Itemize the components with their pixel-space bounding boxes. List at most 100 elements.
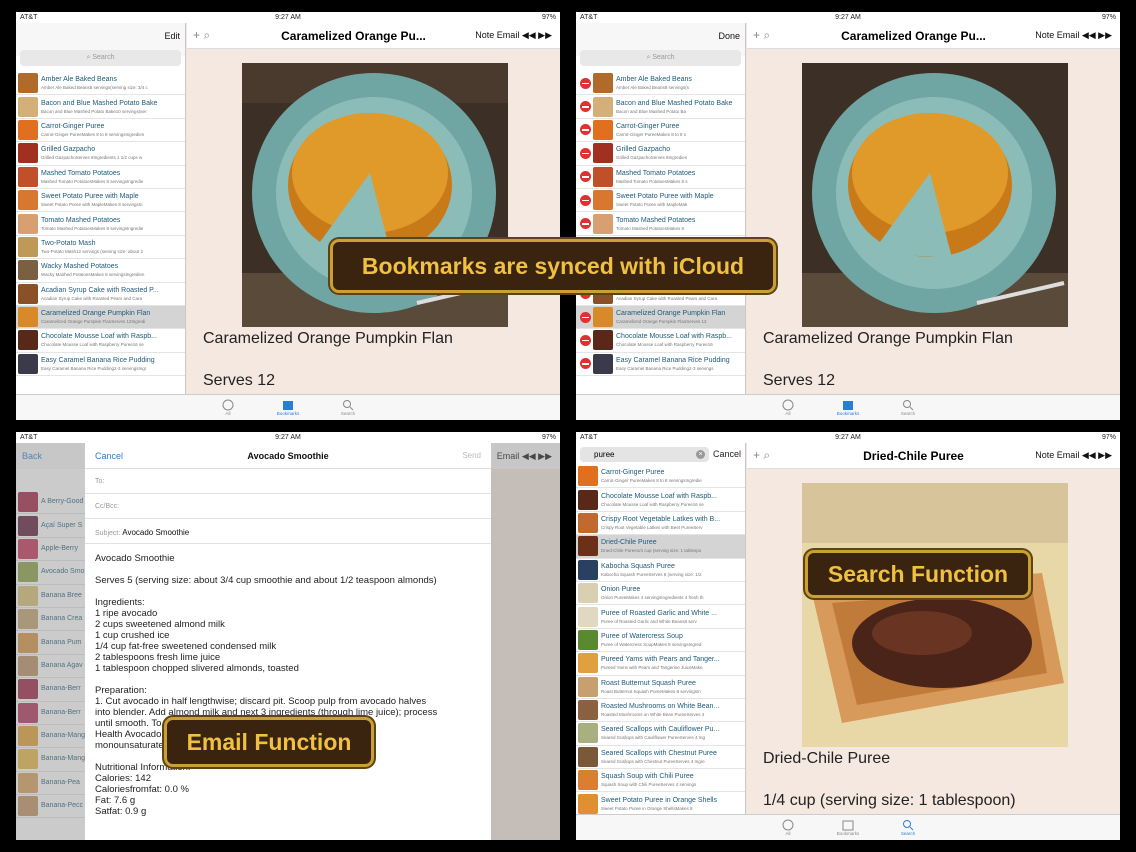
list-item[interactable]: Mashed Tomato Potatoes Mashed Tomato Pota… — [16, 166, 185, 189]
tab-bookmarks[interactable]: Bookmarks — [274, 395, 302, 420]
search-cancel-button[interactable]: Cancel — [713, 449, 741, 459]
list-item[interactable]: Wacky Mashed PotatoesWacky Mashed Potato… — [16, 259, 185, 283]
list-item[interactable]: Sweet Potato Puree with Maple Sweet Potat… — [16, 189, 185, 213]
detail-actions[interactable]: Note Email ◀◀ ▶▶ — [1035, 450, 1112, 461]
delete-icon[interactable] — [580, 311, 591, 323]
tab-all[interactable]: All — [774, 395, 802, 420]
done-button[interactable]: Done — [718, 31, 740, 41]
icloud-callout: Bookmarks are synced with iCloud — [330, 239, 776, 293]
item-title: Caramelized Orange Pumpkin Flan — [41, 310, 151, 318]
list-item[interactable]: Amber Ale Baked Beans Amber Ale Baked Bea… — [576, 72, 745, 96]
delete-icon[interactable] — [580, 334, 591, 346]
list-item[interactable]: Roast Butternut Squash Puree Roast Butter… — [576, 676, 745, 699]
item-title: Squash Soup with Chili Puree — [601, 773, 694, 781]
clear-icon[interactable]: × — [695, 449, 705, 459]
recipe-list: Amber Ale Baked Beans Amber Ale Baked Bea… — [576, 72, 745, 377]
tab-all[interactable]: All — [214, 395, 242, 420]
item-title: Bacon and Blue Mashed Potato Bake — [616, 99, 733, 107]
cc-field[interactable]: Cc/Bcc: — [85, 494, 491, 519]
list-item[interactable]: Bacon and Blue Mashed Potato Bake Bacon a… — [16, 95, 185, 119]
list-item[interactable]: Acadian Syrup Cake with Roasted P... Acad… — [16, 283, 185, 306]
list-item[interactable]: Squash Soup with Chili Puree Squash Soup … — [576, 769, 745, 793]
recipe-thumbnail — [578, 489, 598, 510]
item-subtitle: Amber Ale Baked Beans8 servings(s — [616, 85, 690, 91]
to-field[interactable]: To: — [85, 469, 491, 494]
recipe-thumbnail — [18, 330, 38, 351]
list-item[interactable]: Puree of Watercress Soup Puree of Watercr… — [576, 629, 745, 653]
mail-body[interactable]: Avocado Smoothie Serves 5 (serving size:… — [85, 544, 491, 826]
item-text: Easy Caramel Banana Rice Pudding Easy Car… — [41, 356, 185, 372]
list-item[interactable]: Sweet Potato Puree with Maple Sweet Potat… — [576, 189, 745, 213]
tab-bookmarks[interactable]: Bookmarks — [834, 815, 862, 840]
tab-label: Search — [900, 831, 916, 836]
list-item[interactable]: Chocolate Mousse Loaf with Raspb... Choco… — [576, 329, 745, 353]
search-icon — [343, 400, 354, 411]
item-subtitle: Mashed Tomato PotatoesMakes 8 s — [616, 178, 688, 184]
list-item[interactable]: Carrot-Ginger Puree Carrot-Ginger PureeMa… — [576, 119, 745, 143]
list-item[interactable]: Seared Scallops with Chestnut Puree Seare… — [576, 746, 745, 770]
delete-icon[interactable] — [580, 147, 591, 159]
delete-icon[interactable] — [580, 358, 591, 370]
list-item[interactable]: Chocolate Mousse Loaf with Raspb... Choco… — [16, 329, 185, 353]
recipe-thumbnail — [593, 119, 613, 140]
delete-icon[interactable] — [580, 77, 591, 89]
tab-all[interactable]: All — [774, 815, 802, 840]
list-item[interactable]: Easy Caramel Banana Rice Pudding Easy Car… — [576, 353, 745, 377]
list-item[interactable]: Seared Scallops with Cauliflower Pu... Se… — [576, 722, 745, 746]
item-text: Easy Caramel Banana Rice Pudding Easy Car… — [616, 356, 745, 372]
list-item[interactable]: Dried-Chile Puree Dried-Chile Puree1/4 cu… — [576, 535, 745, 559]
delete-icon[interactable] — [580, 101, 591, 113]
list-item[interactable]: Amber Ale Baked Beans Amber Ale Baked Bea… — [16, 72, 185, 96]
list-item[interactable]: Grilled Gazpacho Grilled GazpachoServes 8… — [16, 142, 185, 166]
tab-label: Search — [900, 411, 916, 416]
recipe-sidebar: puree × Cancel Carrot-Ginger Puree Carrot… — [576, 443, 746, 814]
list-item[interactable]: Onion Puree Onion PureeMakes 4 servingsIn… — [576, 582, 745, 606]
detail-actions[interactable]: Note Email ◀◀ ▶▶ — [1035, 30, 1112, 41]
recipe-thumbnail — [18, 353, 38, 374]
delete-icon[interactable] — [580, 194, 591, 206]
list-item[interactable]: Pureed Yams with Pears and Tanger... Pure… — [576, 652, 745, 676]
search-field[interactable]: ⌕ Search — [20, 50, 181, 66]
tab-search[interactable]: Search — [894, 815, 922, 840]
list-item[interactable]: Caramelized Orange Pumpkin Flan Carameliz… — [576, 305, 745, 330]
search-field[interactable]: ⌕ Search — [580, 50, 741, 66]
item-subtitle: Sweet Potato Puree in Orange ShellsMakes… — [601, 805, 693, 811]
edit-button[interactable]: Edit — [164, 31, 180, 41]
list-item[interactable]: Tomato Mashed Potatoes Tomato Mashed Pota… — [576, 212, 745, 236]
recipe-thumbnail — [18, 236, 38, 257]
detail-actions[interactable]: Note Email ◀◀ ▶▶ — [475, 30, 552, 41]
item-text: Grilled Gazpacho Grilled GazpachoServes 8… — [616, 145, 745, 161]
list-item[interactable]: Carrot-Ginger Puree Carrot-Ginger PureeMa… — [16, 119, 185, 143]
list-item[interactable]: Grilled Gazpacho Grilled GazpachoServes 8… — [576, 142, 745, 166]
tab-bookmarks[interactable]: Bookmarks — [834, 395, 862, 420]
recipe-thumbnail — [593, 143, 613, 164]
item-text: Amber Ale Baked Beans Amber Ale Baked Bea… — [41, 75, 185, 91]
list-item[interactable]: Crispy Root Vegetable Latkes with B... Cr… — [576, 512, 745, 536]
recipe-thumbnail — [593, 73, 613, 94]
list-item[interactable]: Caramelized Orange Pumpkin Flan Carameliz… — [16, 305, 185, 330]
list-item[interactable]: Sweet Potato Puree in Orange Shells Sweet… — [576, 792, 745, 814]
list-item[interactable]: Roasted Mushrooms on White Bean... Roaste… — [576, 699, 745, 723]
tab-search[interactable]: Search — [334, 395, 362, 420]
search-input[interactable]: puree × — [580, 446, 709, 462]
list-item[interactable]: Kabocha Squash Puree Kabocha Squash Puree… — [576, 559, 745, 582]
list-item[interactable]: Puree of Roasted Garlic and White ... Pur… — [576, 605, 745, 629]
list-item[interactable]: Carrot-Ginger Puree Carrot-Ginger PureeMa… — [576, 465, 745, 489]
delete-icon[interactable] — [580, 218, 591, 230]
delete-icon[interactable] — [580, 124, 591, 136]
item-subtitle: Tomato Mashed PotatoesMakes 8 servingsIn… — [41, 225, 144, 231]
subject-field[interactable]: Subject: Avocado Smoothie — [85, 519, 491, 544]
recipe-thumbnail — [593, 307, 613, 328]
list-item[interactable]: Chocolate Mousse Loaf with Raspb... Choco… — [576, 488, 745, 512]
tab-search[interactable]: Search — [894, 395, 922, 420]
list-item[interactable]: Tomato Mashed Potatoes Tomato Mashed Pota… — [16, 212, 185, 236]
item-text: Chocolate Mousse Loaf with Raspb... Choco… — [601, 492, 745, 508]
recipe-sidebar: Edit ⌕ Search Amber Ale Baked Beans Amber… — [16, 23, 186, 394]
item-title: Amber Ale Baked Beans — [41, 76, 117, 84]
send-button[interactable]: Send — [462, 451, 481, 460]
list-item[interactable]: Mashed Tomato Potatoes Mashed Tomato Pota… — [576, 166, 745, 189]
list-item[interactable]: Two-Potato MashTwo-Potato Mash12 serving… — [16, 236, 185, 260]
delete-icon[interactable] — [580, 171, 591, 183]
list-item[interactable]: Bacon and Blue Mashed Potato Bake Bacon a… — [576, 95, 745, 119]
list-item[interactable]: Easy Caramel Banana Rice Pudding Easy Car… — [16, 353, 185, 377]
